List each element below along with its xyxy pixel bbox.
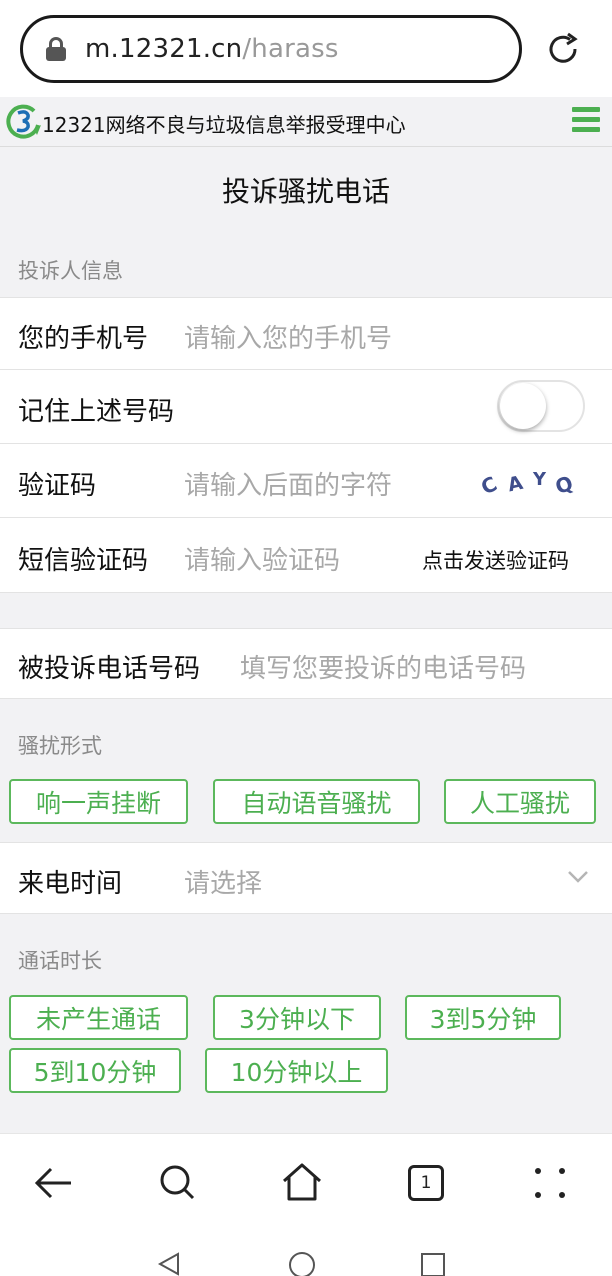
system-home-icon[interactable] xyxy=(288,1251,316,1276)
sms-row: 短信验证码 请输入验证码 点击发送验证码 xyxy=(0,518,612,593)
captcha-row: 验证码 请输入后面的字符 C A Y Q xyxy=(0,444,612,518)
section-label-complainant: 投诉人信息 xyxy=(18,259,123,283)
address-bar[interactable]: m.12321.cn/harass xyxy=(20,15,522,83)
duration-option-none[interactable]: 未产生通话 xyxy=(9,995,188,1040)
site-logo-icon[interactable] xyxy=(4,103,42,141)
captcha-char: Y xyxy=(532,469,547,490)
duration-option-3-to-5[interactable]: 3到5分钟 xyxy=(405,995,561,1040)
lock-icon xyxy=(45,37,67,61)
search-icon[interactable] xyxy=(158,1163,198,1203)
system-back-icon[interactable] xyxy=(156,1251,182,1276)
call-time-select[interactable]: 请选择 xyxy=(184,863,262,900)
phone-input[interactable]: 请输入您的手机号 xyxy=(184,318,392,355)
target-input[interactable]: 填写您要投诉的电话号码 xyxy=(240,648,526,685)
menu-icon[interactable] xyxy=(572,107,600,133)
browser-bottom-nav: 1 xyxy=(0,1133,612,1276)
remember-row: 记住上述号码 xyxy=(0,370,612,444)
duration-option-under-3[interactable]: 3分钟以下 xyxy=(213,995,381,1040)
sms-input[interactable]: 请输入验证码 xyxy=(184,540,340,577)
site-header: 12321网络不良与垃圾信息举报受理中心 xyxy=(0,97,612,147)
reload-icon[interactable] xyxy=(544,30,582,68)
url-host: m.12321.cn xyxy=(85,34,243,64)
phone-label: 您的手机号 xyxy=(18,324,149,354)
call-time-row[interactable]: 来电时间 请选择 xyxy=(0,842,612,914)
captcha-image[interactable]: C A Y Q xyxy=(476,466,580,502)
call-time-label: 来电时间 xyxy=(18,869,123,899)
target-label: 被投诉电话号码 xyxy=(18,654,201,684)
url-text[interactable]: m.12321.cn/harass xyxy=(85,34,339,64)
section-label-duration: 通话时长 xyxy=(18,949,102,973)
phone-row: 您的手机号 请输入您的手机号 xyxy=(0,297,612,370)
more-options-icon[interactable] xyxy=(533,1166,567,1200)
captcha-char: A xyxy=(506,472,525,497)
site-title[interactable]: 12321网络不良与垃圾信息举报受理中心 xyxy=(42,109,406,138)
system-recents-icon[interactable] xyxy=(420,1252,446,1276)
duration-option-over-10[interactable]: 10分钟以上 xyxy=(205,1048,388,1093)
harass-option-manual[interactable]: 人工骚扰 xyxy=(444,779,596,824)
duration-option-5-to-10[interactable]: 5到10分钟 xyxy=(9,1048,181,1093)
section-label-harass: 骚扰形式 xyxy=(18,734,102,758)
back-arrow-icon[interactable] xyxy=(34,1166,74,1200)
captcha-char: C xyxy=(477,471,500,499)
harass-option-ring-once[interactable]: 响一声挂断 xyxy=(9,779,188,824)
home-icon[interactable] xyxy=(281,1162,323,1202)
sms-label: 短信验证码 xyxy=(18,546,149,576)
remember-label: 记住上述号码 xyxy=(18,397,175,427)
captcha-label: 验证码 xyxy=(18,471,97,501)
send-sms-button[interactable]: 点击发送验证码 xyxy=(422,545,569,575)
captcha-input[interactable]: 请输入后面的字符 xyxy=(184,465,392,502)
captcha-char: Q xyxy=(552,471,576,499)
url-path: /harass xyxy=(242,34,339,64)
tabs-button[interactable]: 1 xyxy=(408,1165,444,1201)
browser-toolbar: m.12321.cn/harass xyxy=(0,0,612,97)
page-title: 投诉骚扰电话 xyxy=(221,175,390,208)
remember-toggle[interactable] xyxy=(497,380,585,432)
tab-count: 1 xyxy=(420,1173,432,1193)
harass-option-robocall[interactable]: 自动语音骚扰 xyxy=(213,779,420,824)
chevron-down-icon[interactable] xyxy=(567,870,589,884)
target-row: 被投诉电话号码 填写您要投诉的电话号码 xyxy=(0,628,612,699)
toggle-knob xyxy=(500,383,546,429)
